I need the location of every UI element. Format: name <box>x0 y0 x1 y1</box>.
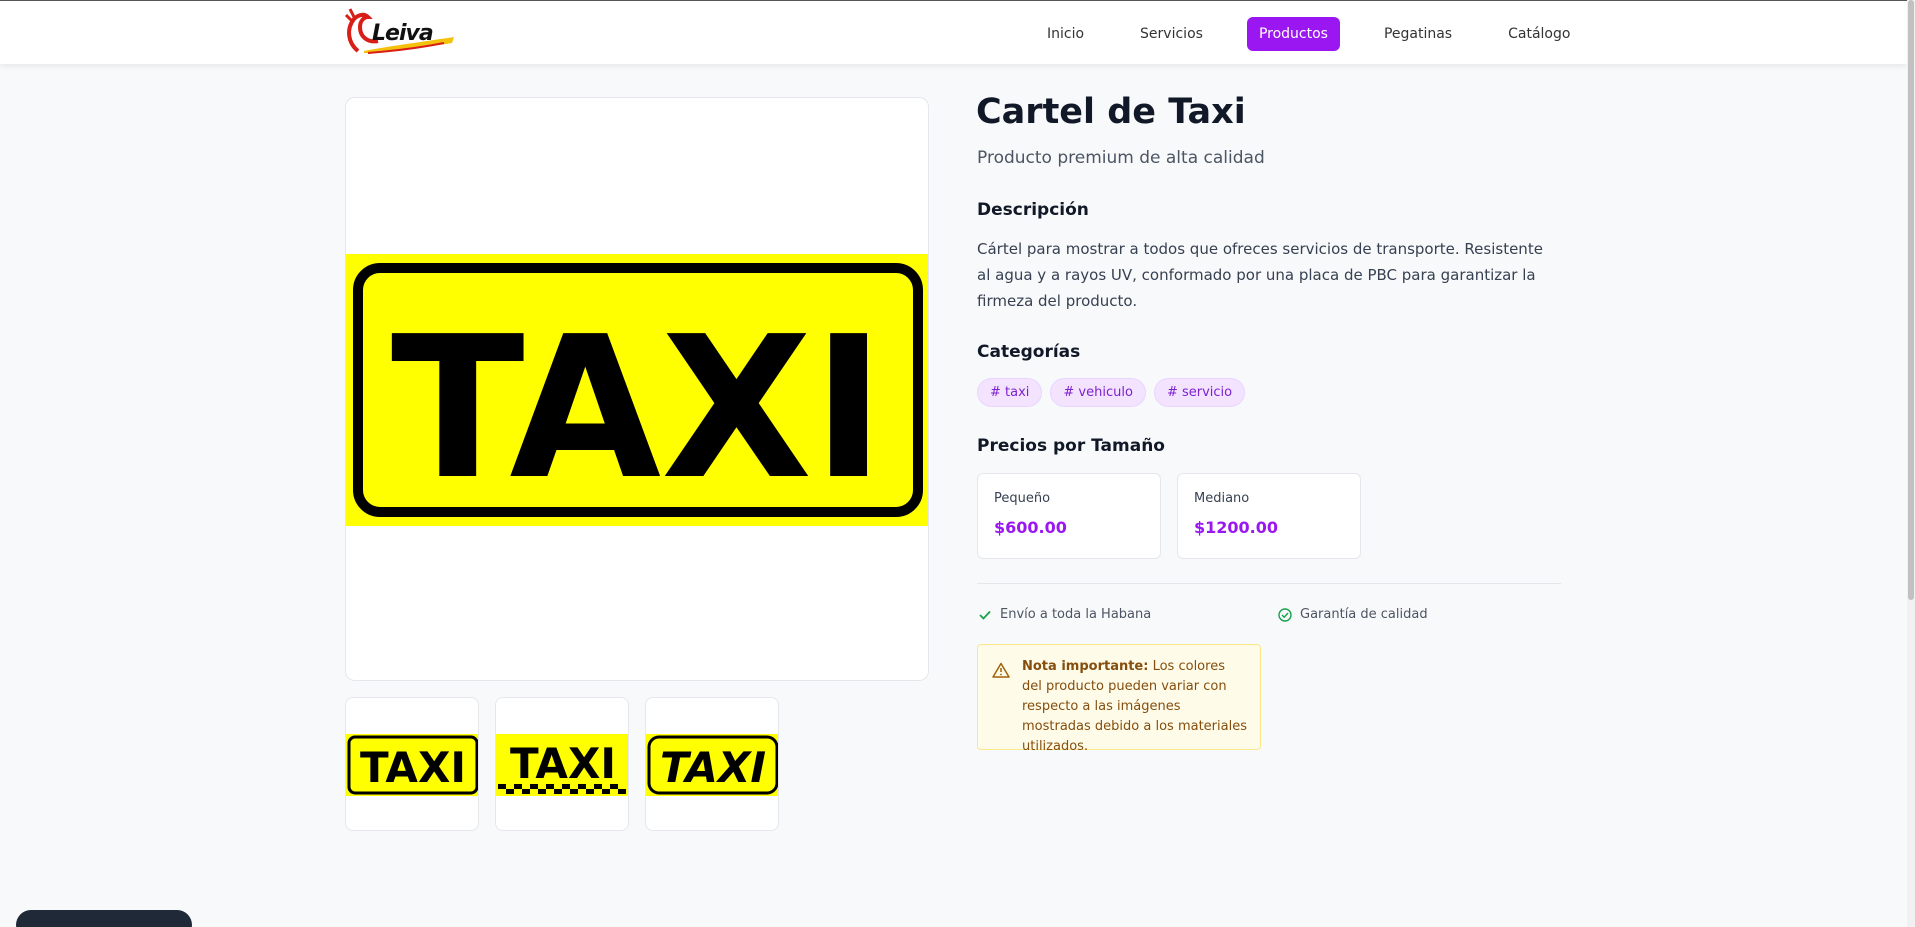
price-value: $1200.00 <box>1194 518 1279 537</box>
floating-toolbar[interactable] <box>16 910 192 927</box>
feature-shipping: Envío a toda la Habana <box>978 607 1151 622</box>
description-heading: Descripción <box>977 200 1089 220</box>
feature-quality: Garantía de calidad <box>1278 607 1428 622</box>
thumbnail-2[interactable]: TAXI <box>495 697 629 831</box>
main-nav: Inicio Servicios Productos Pegatinas Cat… <box>1035 16 1582 52</box>
thumbnail-3[interactable]: TAXI <box>645 697 779 831</box>
svg-text:TAXI: TAXI <box>510 739 616 788</box>
prices-heading: Precios por Tamaño <box>977 436 1165 456</box>
warning-icon <box>992 662 1010 678</box>
tag-taxi[interactable]: # taxi <box>977 378 1043 407</box>
feature-label: Garantía de calidad <box>1300 607 1428 622</box>
nav-servicios[interactable]: Servicios <box>1128 17 1215 51</box>
product-title: Cartel de Taxi <box>976 92 1246 132</box>
nav-inicio[interactable]: Inicio <box>1035 17 1096 51</box>
svg-text:TAXI: TAXI <box>660 743 766 792</box>
feature-label: Envío a toda la Habana <box>1000 607 1152 622</box>
site-header: Leiva Inicio Servicios Productos Pegatin… <box>0 0 1907 64</box>
scrollbar-thumb[interactable] <box>1908 0 1914 600</box>
divider <box>977 583 1561 584</box>
tag-servicio[interactable]: # servicio <box>1153 378 1246 407</box>
price-label: Pequeño <box>994 491 1051 506</box>
price-card-small[interactable]: Pequeño $600.00 <box>977 473 1161 559</box>
logo-text: Leiva <box>372 21 434 46</box>
check-icon <box>979 610 991 620</box>
product-subtitle: Producto premium de alta calidad <box>977 148 1265 168</box>
check-circle-icon <box>1278 607 1292 622</box>
categories-heading: Categorías <box>977 342 1081 362</box>
svg-text:TAXI: TAXI <box>360 743 466 792</box>
price-label: Mediano <box>1194 491 1250 506</box>
site-logo[interactable]: Leiva <box>344 7 456 59</box>
tag-vehiculo[interactable]: # vehiculo <box>1050 378 1146 407</box>
taxi-thumb-2-icon: TAXI <box>496 734 628 796</box>
taxi-thumb-3-icon: TAXI <box>646 734 778 796</box>
taxi-sign-text: TAXI <box>391 295 885 523</box>
note-label: Nota importante: <box>1022 659 1149 674</box>
price-card-medium[interactable]: Mediano $1200.00 <box>1177 473 1361 559</box>
nav-catalogo[interactable]: Catálogo <box>1496 17 1582 51</box>
category-tags: # taxi # vehiculo # servicio <box>977 378 1253 407</box>
taxi-thumb-1-icon: TAXI <box>346 734 478 796</box>
note-text: Nota importante: Los colores del product… <box>1022 657 1248 757</box>
taxi-sign-image: TAXI <box>346 254 928 526</box>
important-note: Nota importante: Los colores del product… <box>977 644 1261 754</box>
nav-productos[interactable]: Productos <box>1246 17 1340 51</box>
thumbnail-1[interactable]: TAXI <box>345 697 479 831</box>
price-value: $600.00 <box>994 518 1067 537</box>
nav-pegatinas[interactable]: Pegatinas <box>1372 17 1464 51</box>
product-main-image: TAXI <box>345 97 929 681</box>
product-description: Cártel para mostrar a todos que ofreces … <box>977 240 1543 310</box>
